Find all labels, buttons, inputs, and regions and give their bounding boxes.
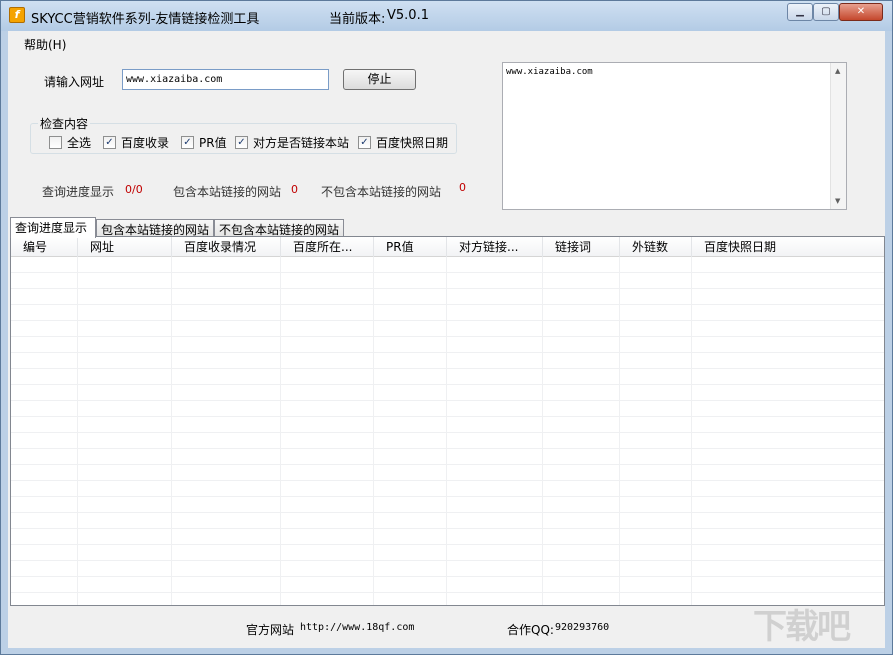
scroll-up-arrow-icon[interactable]: ▲ [835,67,840,75]
check-mark-icon[interactable]: ✓ [103,136,116,149]
included-count-value: 0 [291,183,298,196]
maximize-button[interactable]: ▢ [813,3,839,21]
app-window: f SKYCC营销软件系列-友情链接检测工具 当前版本: V5.0.1 ▁ ▢ … [0,0,893,655]
query-progress-value: 0/0 [125,183,143,196]
table-header: 编号 网址 百度收录情况 百度所在... PR值 对方链接... 链接词 外链数… [11,237,884,257]
title-bar[interactable]: f SKYCC营销软件系列-友情链接检测工具 当前版本: V5.0.1 ▁ ▢ … [1,1,892,31]
website-label: 官方网站 [246,623,295,637]
check-group-title: 检查内容 [38,115,91,132]
checkbox-box[interactable] [49,136,62,149]
grid-line [171,257,172,605]
excluded-count-label: 不包含本站链接的网站 [321,185,442,199]
grid-line [619,257,620,605]
window-title: SKYCC营销软件系列-友情链接检测工具 [31,12,260,27]
checkbox-backlink-check[interactable]: ✓ 对方是否链接本站 [235,134,349,151]
checkbox-snapshot-date[interactable]: ✓ 百度快照日期 [358,134,448,151]
check-mark-icon[interactable]: ✓ [235,136,248,149]
client-area: 帮助(H) 请输入网址 www.xiazaiba.com 停止 www.xiaz… [8,31,885,648]
checkbox-label: 对方是否链接本站 [253,136,350,150]
checkbox-label: PR值 [199,136,227,150]
checkbox-label: 百度快照日期 [376,136,449,150]
column-header-outlinks[interactable]: 外链数 [620,237,692,257]
column-header-baidu-rank[interactable]: 百度所在... [281,237,374,257]
grid-line [542,257,543,605]
excluded-count-value: 0 [459,181,466,194]
tab-excluded-sites[interactable]: 不包含本站链接的网站 [214,219,344,237]
column-header-backlink[interactable]: 对方链接... [447,237,543,257]
url-input[interactable]: www.xiazaiba.com [122,69,329,90]
scroll-down-arrow-icon[interactable]: ▼ [835,197,840,205]
tab-included-sites[interactable]: 包含本站链接的网站 [96,219,214,237]
table-body [11,257,884,605]
watermark-logo: 下载吧 [753,607,851,647]
menu-bar: 帮助(H) [8,31,885,53]
menu-item-help[interactable]: 帮助(H) [24,36,66,53]
close-button[interactable]: ✕ [839,3,883,21]
grid-line [691,257,692,605]
column-header-snapshot-date[interactable]: 百度快照日期 [692,237,884,257]
column-header-baidu-index[interactable]: 百度收录情况 [172,237,281,257]
grid-line [77,257,78,605]
column-header-anchor-text[interactable]: 链接词 [543,237,620,257]
url-list-text: www.xiazaiba.com [506,67,593,77]
url-label: 请输入网址 [44,75,105,89]
website-url[interactable]: http://www.18qf.com [300,622,414,633]
grid-line [280,257,281,605]
column-header-pr[interactable]: PR值 [374,237,447,257]
stop-button[interactable]: 停止 [343,69,416,90]
checkbox-label: 百度收录 [121,136,170,150]
checkbox-label: 全选 [67,136,92,150]
url-list-textarea[interactable]: www.xiazaiba.com ▲ ▼ [502,62,847,210]
included-count-label: 包含本站链接的网站 [173,185,282,199]
qq-value: 920293760 [555,622,610,633]
checkbox-pr-value[interactable]: ✓ PR值 [181,134,227,151]
check-mark-icon[interactable]: ✓ [358,136,371,149]
minimize-button[interactable]: ▁ [787,3,813,21]
column-header-url[interactable]: 网址 [78,237,172,257]
grid-line [373,257,374,605]
grid-line [446,257,447,605]
app-logo-icon: f [9,7,25,23]
vertical-scrollbar[interactable]: ▲ ▼ [830,63,846,209]
checkbox-baidu-index[interactable]: ✓ 百度收录 [103,134,169,151]
version-value: V5.0.1 [387,8,429,23]
results-table[interactable]: 编号 网址 百度收录情况 百度所在... PR值 对方链接... 链接词 外链数… [10,236,885,606]
tab-query-progress[interactable]: 查询进度显示 [10,217,96,238]
query-progress-label: 查询进度显示 [42,185,115,199]
checkbox-select-all[interactable]: 全选 [49,134,91,151]
version-label: 当前版本: [329,12,386,27]
column-header-id[interactable]: 编号 [11,237,78,257]
qq-label: 合作QQ: [507,623,554,637]
check-mark-icon[interactable]: ✓ [181,136,194,149]
